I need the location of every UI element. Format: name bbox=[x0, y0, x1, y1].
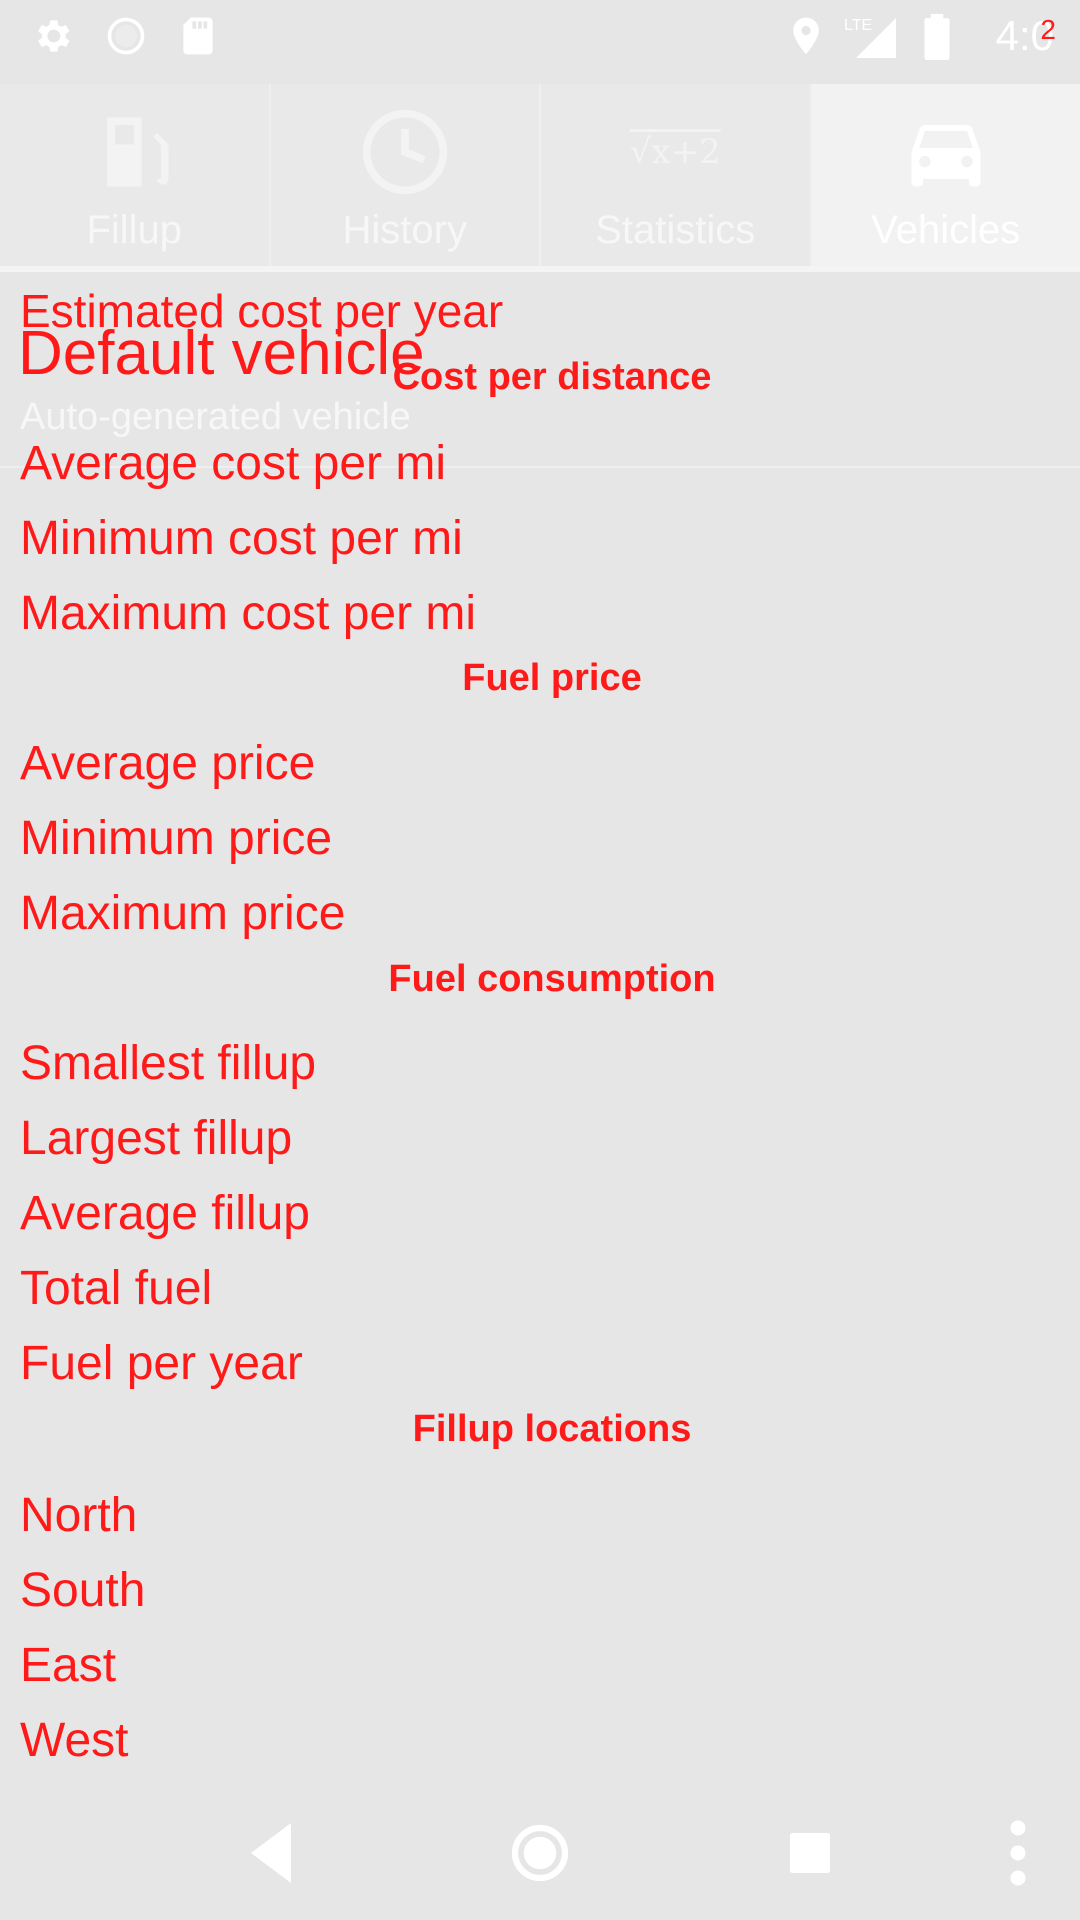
section-title-fuel-price: Fuel price bbox=[462, 657, 642, 699]
stat-row: Fuel per year bbox=[20, 1337, 303, 1390]
section-title-fillup-locations: Fillup locations bbox=[412, 1408, 692, 1450]
stat-row: Maximum cost per mi bbox=[20, 587, 477, 640]
tab-label: Vehicles bbox=[871, 208, 1021, 252]
stat-row: Total fuel bbox=[20, 1262, 213, 1315]
sqrt-formula-icon: √x+2 bbox=[630, 102, 721, 202]
overflow-menu-icon[interactable] bbox=[1006, 1818, 1030, 1892]
fuel-pump-icon bbox=[88, 102, 180, 202]
stat-row: Average fillup bbox=[20, 1187, 310, 1240]
status-bar: LTE 4:0 2 bbox=[0, 0, 1080, 72]
stat-row: West bbox=[20, 1714, 129, 1767]
stat-row: East bbox=[20, 1639, 117, 1692]
home-icon[interactable] bbox=[510, 1818, 570, 1892]
stat-row: Minimum price bbox=[20, 812, 333, 865]
stat-row: Smallest fillup bbox=[20, 1037, 317, 1090]
tab-label: History bbox=[342, 208, 467, 252]
location-icon bbox=[784, 14, 828, 62]
svg-text:LTE: LTE bbox=[844, 17, 872, 34]
stat-row: Average price bbox=[20, 737, 316, 790]
section-title-cost-per-distance: Cost per distance bbox=[392, 356, 712, 398]
navigation-bar bbox=[0, 1788, 1080, 1920]
tab-bar: Fillup History √x+2 Statistics Vehicles bbox=[0, 84, 1080, 270]
section-title-fuel-consumption: Fuel consumption bbox=[388, 958, 716, 1000]
vehicle-subtitle: Auto-generated vehicle bbox=[20, 396, 411, 438]
tab-indicator bbox=[0, 266, 1080, 272]
sd-card-icon bbox=[176, 14, 220, 62]
circle-icon bbox=[104, 14, 148, 62]
tab-statistics[interactable]: √x+2 Statistics bbox=[541, 84, 812, 270]
gear-icon bbox=[30, 14, 74, 62]
stat-row: Average cost per mi bbox=[20, 437, 446, 490]
formula-text: √x+2 bbox=[629, 132, 721, 172]
recents-icon[interactable] bbox=[790, 1818, 830, 1892]
tab-history[interactable]: History bbox=[270, 84, 541, 270]
battery-icon bbox=[922, 14, 952, 64]
lte-signal-icon: LTE bbox=[844, 14, 900, 62]
tab-label: Statistics bbox=[595, 208, 756, 252]
stat-row: Maximum price bbox=[20, 887, 346, 940]
stat-row: South bbox=[20, 1564, 146, 1617]
vehicle-content: Estimated cost per year Default vehicle … bbox=[0, 278, 1080, 1778]
stat-row: North bbox=[20, 1489, 138, 1542]
back-icon[interactable] bbox=[246, 1818, 296, 1892]
tab-fillup[interactable]: Fillup bbox=[0, 84, 271, 270]
tab-vehicles[interactable]: Vehicles bbox=[811, 84, 1080, 270]
car-icon bbox=[900, 102, 992, 202]
stat-row: Minimum cost per mi bbox=[20, 512, 463, 565]
tab-label: Fillup bbox=[86, 208, 183, 252]
status-time-tail: 2 bbox=[1040, 14, 1056, 45]
clock-icon bbox=[359, 102, 451, 202]
stat-row: Largest fillup bbox=[20, 1112, 293, 1165]
